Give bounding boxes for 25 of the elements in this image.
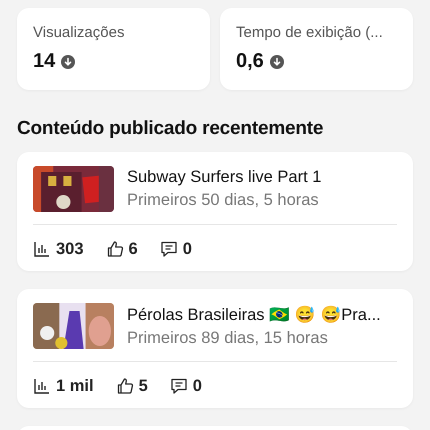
metric-value: 0,6: [236, 50, 264, 73]
comments-count: 0: [192, 376, 202, 396]
thumbs-up-icon: [116, 377, 134, 395]
video-card[interactable]: Pérolas Brasileiras 🇧🇷 😅 😅Pra... Primeiros 89 dias, 15 horas 1 mil 5 0: [17, 289, 413, 408]
video-card[interactable]: Subway Surfers live Part 1 Primeiros 50 dias, 5 horas 303 6 0: [17, 152, 413, 271]
metric-card[interactable]: Visualizações 14: [17, 8, 210, 90]
section-title: Conteúdo publicado recentemente: [17, 118, 324, 140]
video-age: Primeiros 89 dias, 15 horas: [127, 328, 329, 348]
comment-icon: [160, 240, 178, 258]
comments-count: 0: [182, 240, 192, 258]
metric-label: Tempo de exibição (...: [236, 24, 384, 41]
likes-count: 6: [128, 240, 138, 258]
metric-value: 14: [33, 50, 56, 73]
likes-count: 5: [138, 376, 148, 396]
video-title: Subway Surfers live Part 1: [127, 168, 322, 187]
metric-card[interactable]: Tempo de exibição (... 0,6: [220, 8, 413, 90]
bar-chart-icon: [33, 377, 51, 395]
views-count: 1 mil: [56, 376, 94, 396]
views-count: 303: [56, 240, 84, 258]
comment-icon: [170, 377, 188, 395]
metric-label: Visualizações: [33, 24, 126, 41]
bar-chart-icon: [33, 240, 51, 258]
video-age: Primeiros 50 dias, 5 horas: [127, 191, 320, 210]
video-title: Pérolas Brasileiras 🇧🇷 😅 😅Pra...: [127, 304, 381, 324]
thumbs-up-icon: [106, 240, 124, 258]
